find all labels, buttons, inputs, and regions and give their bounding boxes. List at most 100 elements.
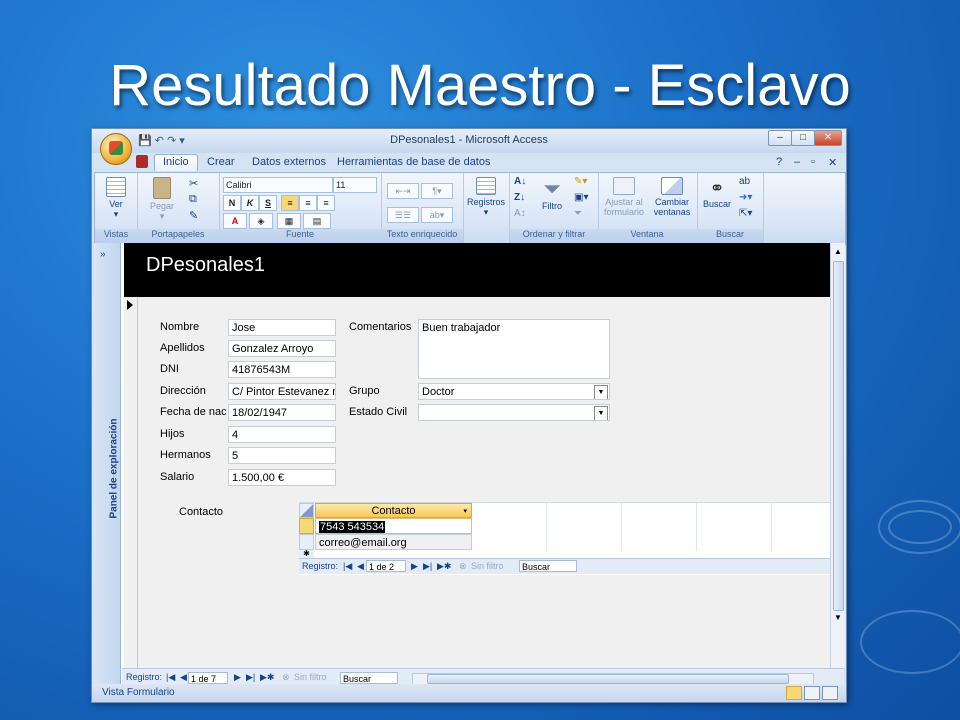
prev-record-icon[interactable]: ◀ <box>357 561 364 572</box>
group-label-ordenar: Ordenar y filtrar <box>510 229 598 243</box>
scroll-down-icon[interactable]: ▼ <box>834 613 842 622</box>
doc-close-button[interactable]: ✕ <box>828 156 837 169</box>
cambiar-ventanas-button[interactable]: Cambiar ventanas <box>649 177 695 217</box>
column-header-contacto[interactable]: Contacto ▾ <box>315 503 472 518</box>
goto-icon[interactable]: ➜▾ <box>739 192 752 203</box>
italic-button[interactable]: K <box>241 195 259 211</box>
paragraph-button[interactable]: ¶▾ <box>421 183 453 199</box>
field-dni[interactable]: 41876543M <box>228 361 336 378</box>
form-view-icon[interactable] <box>786 686 802 700</box>
record-selector[interactable] <box>124 297 138 668</box>
field-salario[interactable]: 1.500,00 € <box>228 469 336 486</box>
sort-asc-icon[interactable]: A↓ <box>514 176 526 187</box>
pegar-button[interactable]: Pegar ▾ <box>145 177 179 222</box>
tab-inicio[interactable]: Inicio <box>154 154 198 171</box>
next-record-icon[interactable]: ▶ <box>411 561 418 572</box>
select-icon[interactable]: ⇱▾ <box>739 208 752 219</box>
subform-position-box[interactable]: 1 de 2 <box>366 560 406 572</box>
navigation-pane[interactable]: » Panel de exploración <box>94 243 121 688</box>
format-painter-icon[interactable]: ✎ <box>189 209 198 222</box>
main-no-filter-icon[interactable]: ⊗ <box>282 672 290 683</box>
doc-restore-button[interactable]: ▫ <box>811 156 815 168</box>
field-apellidos[interactable]: Gonzalez Arroyo <box>228 340 336 357</box>
filtro-button[interactable]: ⏷ Filtro <box>534 177 570 212</box>
doc-minimize-button[interactable]: – <box>794 156 800 168</box>
scroll-up-icon[interactable]: ▲ <box>834 247 842 256</box>
field-nombre[interactable]: Jose <box>228 319 336 336</box>
row-selector[interactable] <box>299 518 314 534</box>
minimize-button[interactable]: – <box>768 130 792 146</box>
align-center-button[interactable]: ≡ <box>299 195 317 211</box>
records-icon <box>476 177 496 195</box>
tab-datos-externos[interactable]: Datos externos <box>252 156 326 168</box>
cut-icon[interactable]: ✂ <box>189 177 198 190</box>
field-hermanos[interactable]: 5 <box>228 447 336 464</box>
hscroll-thumb[interactable] <box>427 674 789 684</box>
advanced-filter-icon[interactable]: ▣▾ <box>574 192 588 203</box>
main-last-record-icon[interactable]: ▶| <box>246 672 255 683</box>
gridlines-button[interactable]: ▦ <box>277 213 301 229</box>
main-no-filter-label[interactable]: Sin filtro <box>294 672 327 682</box>
main-position-box[interactable]: 1 de 7 <box>188 672 228 684</box>
combo-estado-civil[interactable]: ▼ <box>418 404 610 421</box>
main-first-record-icon[interactable]: |◀ <box>166 672 175 683</box>
scroll-thumb[interactable] <box>833 261 844 611</box>
buscar-button[interactable]: ⚭ Buscar <box>701 177 733 209</box>
datasheet-view-icon[interactable] <box>804 686 820 700</box>
field-comentarios[interactable]: Buen trabajador <box>418 319 610 379</box>
last-record-icon[interactable]: ▶| <box>423 561 432 572</box>
field-fecha-nacimiento[interactable]: 18/02/1947 <box>228 404 336 421</box>
slide-title: Resultado Maestro - Esclavo <box>109 53 851 118</box>
font-size-select[interactable]: 11 <box>333 177 377 193</box>
clear-sort-icon[interactable]: A↕ <box>514 208 526 219</box>
vertical-scrollbar[interactable]: ▲ ▼ <box>830 243 845 668</box>
row-selector[interactable] <box>299 534 314 550</box>
replace-icon[interactable]: ab <box>739 176 750 187</box>
subform-no-filter-label[interactable]: Sin filtro <box>471 561 504 571</box>
close-button[interactable]: ✕ <box>814 130 842 146</box>
toggle-filter-icon[interactable]: ⏷ <box>574 208 582 219</box>
main-search-box[interactable]: Buscar <box>340 672 398 684</box>
dropdown-arrow-icon[interactable]: ▼ <box>594 385 608 399</box>
ver-button[interactable]: Ver ▾ <box>101 177 131 220</box>
fill-color-button[interactable]: ◈ <box>249 213 273 229</box>
field-direccion[interactable]: C/ Pintor Estevanez n <box>228 383 336 400</box>
decrease-indent-button[interactable]: ⇤⇥ <box>387 183 419 199</box>
design-view-icon[interactable] <box>822 686 838 700</box>
copy-icon[interactable]: ⧉ <box>189 193 197 206</box>
subform-row[interactable]: correo@email.org <box>315 534 472 550</box>
combo-grupo[interactable]: Doctor ▼ <box>418 383 610 400</box>
underline-button[interactable]: S <box>259 195 277 211</box>
font-color-button[interactable]: A <box>223 213 247 229</box>
field-hijos[interactable]: 4 <box>228 426 336 443</box>
select-all-corner[interactable] <box>299 503 314 518</box>
main-prev-record-icon[interactable]: ◀ <box>180 672 187 683</box>
bold-button[interactable]: N <box>223 195 241 211</box>
alt-row-color-button[interactable]: ▤ <box>303 213 331 229</box>
subform-row[interactable]: 7543 543534 <box>315 518 472 534</box>
first-record-icon[interactable]: |◀ <box>343 561 352 572</box>
office-button[interactable] <box>100 133 132 165</box>
tab-crear[interactable]: Crear <box>207 156 235 168</box>
no-filter-icon[interactable]: ⊗ <box>459 561 467 572</box>
new-row-selector[interactable]: ✱ <box>299 550 314 558</box>
help-icon[interactable]: ? <box>776 156 782 168</box>
column-sort-arrow-icon[interactable]: ▾ <box>463 504 467 519</box>
new-record-icon[interactable]: ▶✱ <box>437 561 451 572</box>
sort-desc-icon[interactable]: Z↓ <box>514 192 525 203</box>
align-left-button[interactable]: ≡ <box>281 195 299 211</box>
ajustar-button[interactable]: Ajustar al formulario <box>599 177 649 217</box>
main-new-record-icon[interactable]: ▶✱ <box>260 672 274 683</box>
main-next-record-icon[interactable]: ▶ <box>234 672 241 683</box>
maximize-button[interactable]: □ <box>791 130 815 146</box>
tab-herramientas[interactable]: Herramientas de base de datos <box>337 156 490 168</box>
subform-search-box[interactable]: Buscar <box>519 560 577 572</box>
font-name-select[interactable]: Calibri <box>223 177 333 193</box>
selection-filter-icon[interactable]: ✎▾ <box>574 176 587 187</box>
dropdown-arrow-icon[interactable]: ▼ <box>594 406 608 420</box>
highlight-button[interactable]: ab▾ <box>421 207 453 223</box>
align-right-button[interactable]: ≡ <box>317 195 335 211</box>
expand-pane-icon[interactable]: » <box>100 249 106 260</box>
registros-button[interactable]: Registros ▾ <box>465 177 507 218</box>
bullets-button[interactable]: ☰☰ <box>387 207 419 223</box>
